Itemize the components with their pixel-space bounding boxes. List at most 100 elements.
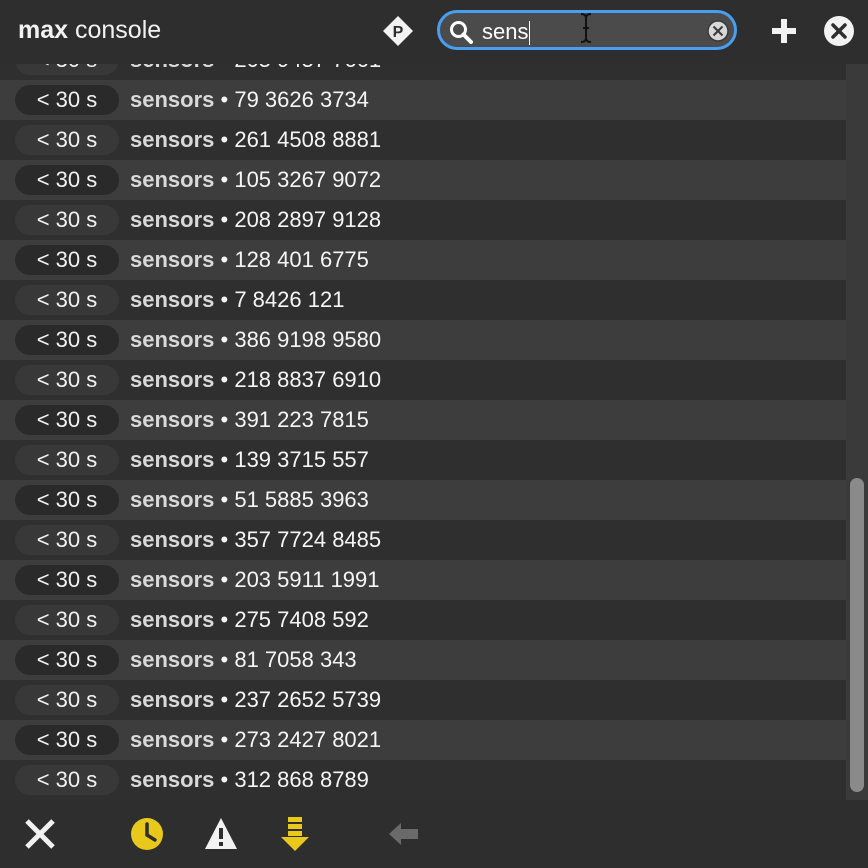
log-row[interactable]: < 30 s sensors • 273 2427 8021 [0,720,846,760]
log-message: sensors • 275 7408 592 [130,607,369,632]
log-source: sensors [130,327,215,352]
log-value: 128 401 6775 [234,247,369,272]
log-message: sensors • 386 9198 9580 [130,327,382,352]
log-message: sensors • 357 7724 8485 [130,527,382,552]
log-row[interactable]: < 30 s sensors • 51 5885 3963 [0,480,846,520]
log-value: 261 4508 8881 [234,127,382,152]
log-row[interactable]: < 30 s sensors • 79 3626 3734 [0,80,846,120]
log-row[interactable]: < 30 s sensors • 391 223 7815 [0,400,846,440]
log-row[interactable]: < 30 s sensors • 81 7058 343 [0,640,846,680]
log-value: 81 7058 343 [234,647,357,672]
log-value: 208 2897 9128 [234,207,382,232]
scrollbar-thumb[interactable] [850,478,864,792]
log-row[interactable]: < 30 s sensors • 203 5911 1991 [0,560,846,600]
title-bar: max console P sens [0,0,868,64]
log-message: sensors • 128 401 6775 [130,247,369,272]
log-source: sensors [130,687,215,712]
log-message: sensors • 391 223 7815 [130,407,369,432]
clock-icon[interactable] [129,816,165,852]
log-value: 237 2652 5739 [234,687,382,712]
text-caret [529,21,531,46]
log-message: sensors • 7 8426 121 [130,287,345,312]
log-row[interactable]: < 30 s sensors • 275 7408 592 [0,600,846,640]
scroll-to-bottom-icon[interactable] [277,816,313,852]
log-value: 275 7408 592 [234,607,369,632]
log-message: sensors • 139 3715 557 [130,447,369,472]
time-badge: < 30 s [15,445,119,475]
log-value: 51 5885 3963 [234,487,369,512]
log-message: sensors • 261 4508 8881 [130,127,382,152]
console-log[interactable]: < 30 s sensors • 205 9457 7661 < 30 ssen… [0,40,846,800]
clear-search-icon[interactable] [706,19,730,43]
time-badge: < 30 s [15,325,119,355]
log-value: 391 223 7815 [234,407,369,432]
time-badge: < 30 s [15,645,119,675]
log-value: 105 3267 9072 [234,167,382,192]
log-message: sensors • 273 2427 8021 [130,727,382,752]
log-row[interactable]: < 30 s sensors • 386 9198 9580 [0,320,846,360]
log-row[interactable]: < 30 s sensors • 139 3715 557 [0,440,846,480]
log-value: 139 3715 557 [234,447,369,472]
log-message: sensors • 208 2897 9128 [130,207,382,232]
log-value: 357 7724 8485 [234,527,382,552]
log-source: sensors [130,487,215,512]
log-row[interactable]: < 30 s sensors • 357 7724 8485 [0,520,846,560]
time-badge: < 30 s [15,85,119,115]
time-badge: < 30 s [15,205,119,235]
time-badge: < 30 s [15,285,119,315]
log-row[interactable]: < 30 s sensors • 261 4508 8881 [0,120,846,160]
time-badge: < 30 s [15,165,119,195]
log-row[interactable]: < 30 s sensors • 7 8426 121 [0,280,846,320]
log-source: sensors [130,167,215,192]
log-message: sensors • 312 868 8789 [130,767,369,792]
p-diamond-icon[interactable]: P [382,15,414,47]
svg-text:P: P [393,24,404,41]
time-badge: < 30 s [15,605,119,635]
bottom-toolbar [0,800,868,868]
log-row[interactable]: < 30 s sensors • 105 3267 9072 [0,160,846,200]
log-source: sensors [130,287,215,312]
log-source: sensors [130,767,215,792]
log-message: sensors • 237 2652 5739 [130,687,382,712]
log-value: 312 868 8789 [234,767,369,792]
ibeam-cursor-icon [580,13,592,43]
log-source: sensors [130,367,215,392]
log-row[interactable]: < 30 s sensors • 312 868 8789 [0,760,846,800]
log-source: sensors [130,87,215,112]
log-entries: < 30 s sensors • 79 3626 3734 < 30 s sensor… [0,80,846,800]
log-source: sensors [130,647,215,672]
log-value: 203 5911 1991 [234,567,380,592]
search-input[interactable]: sens [482,19,531,46]
log-message: sensors • 81 7058 343 [130,647,357,672]
log-source: sensors [130,247,215,272]
time-badge: < 30 s [15,685,119,715]
app-brand: max [18,16,69,44]
log-value: 7 8426 121 [234,287,345,312]
close-circle-icon[interactable] [823,15,855,47]
log-value: 386 9198 9580 [234,327,382,352]
arrow-left-icon[interactable] [386,816,422,852]
time-badge: < 30 s [15,725,119,755]
warning-triangle-icon[interactable] [203,816,239,852]
search-field[interactable]: sens [437,10,737,50]
log-source: sensors [130,407,215,432]
plus-icon[interactable] [770,17,798,45]
log-row[interactable]: < 30 s sensors • 128 401 6775 [0,240,846,280]
log-row[interactable]: < 30 s sensors • 218 8837 6910 [0,360,846,400]
log-value: 218 8837 6910 [234,367,382,392]
log-source: sensors [130,207,215,232]
log-message: sensors • 203 5911 1991 [130,567,380,592]
search-input-value: sens [482,19,529,44]
log-source: sensors [130,127,215,152]
log-message: sensors • 51 5885 3963 [130,487,369,512]
log-row[interactable]: < 30 s sensors • 237 2652 5739 [0,680,846,720]
x-icon[interactable] [22,816,58,852]
log-message: sensors • 218 8837 6910 [130,367,382,392]
log-source: sensors [130,527,215,552]
time-badge: < 30 s [15,405,119,435]
log-value: 79 3626 3734 [234,87,369,112]
app-title-text: console [75,16,162,44]
search-icon [450,21,473,44]
time-badge: < 30 s [15,125,119,155]
log-row[interactable]: < 30 s sensors • 208 2897 9128 [0,200,846,240]
